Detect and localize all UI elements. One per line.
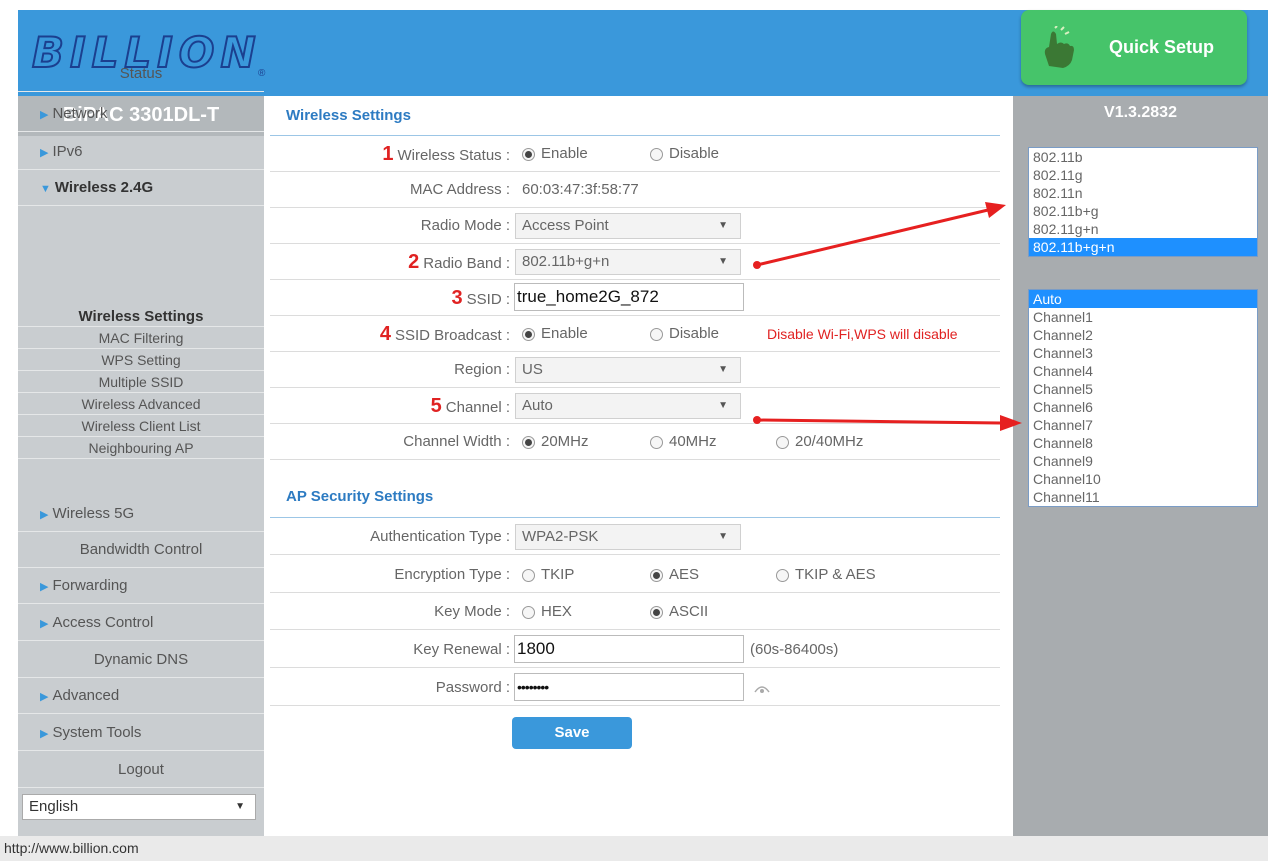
annotation-arrows bbox=[753, 202, 1022, 431]
arrow-radio-band bbox=[753, 202, 1006, 269]
arrow-channel bbox=[753, 415, 1022, 431]
